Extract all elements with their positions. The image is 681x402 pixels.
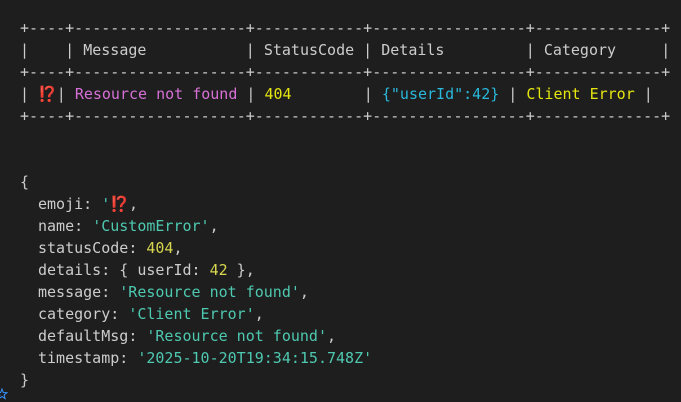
field-key: timestamp [38, 349, 120, 367]
field-key: details [38, 261, 102, 279]
field-value: 'Resource not found' [146, 327, 327, 345]
table-pipe: | [616, 41, 671, 59]
object-field-defaultmsg: defaultMsg: 'Resource not found', [38, 327, 337, 345]
table-pipe: | [291, 85, 382, 103]
object-field-message: message: 'Resource not found', [38, 283, 309, 301]
field-key: statusCode [38, 239, 129, 257]
object-field-statuscode: statusCode: 404, [38, 239, 183, 257]
object-field-category: category: 'Client Error', [38, 305, 264, 323]
table-pipe: | [146, 41, 264, 59]
object-open-brace: { [20, 173, 30, 191]
field-key: message [38, 283, 102, 301]
table-header-message: Message [83, 41, 147, 59]
table-border-top: +----+-------------------+------------+-… [20, 19, 671, 37]
table-header-details: Details [381, 41, 445, 59]
table-cell-category: Client Error [526, 85, 635, 103]
field-key: category [38, 305, 111, 323]
terminal-output: +----+-------------------+------------+-… [0, 0, 681, 401]
table-pipe: | [444, 41, 544, 59]
object-close-brace: } [20, 371, 30, 389]
table-pipe: | [56, 85, 75, 103]
table-pipe: | [20, 85, 39, 103]
field-key: defaultMsg [38, 327, 129, 345]
object-field-details: details: { userId: 42 }, [38, 261, 255, 279]
table-pipe: | [354, 41, 382, 59]
table-cell-message: Resource not found [74, 85, 238, 103]
table-pipe: | [237, 85, 265, 103]
table-cell-statuscode: 404 [264, 85, 292, 103]
interrobang-emoji-icon: ⁉️ [110, 195, 129, 213]
table-pipe: | [634, 85, 653, 103]
table-pipe: | [499, 85, 527, 103]
object-field-emoji: emoji: '⁉️, [38, 195, 138, 213]
table-data-row: | ⁉️| Resource not found | 404 | {"userI… [20, 83, 653, 105]
field-value: 42 [209, 261, 228, 279]
field-value: 'Client Error' [128, 305, 255, 323]
field-inner-key: userId [137, 261, 192, 279]
field-value: '2025-10-20T19:34:15.748Z' [137, 349, 373, 367]
interrobang-emoji-icon: ⁉️ [38, 85, 57, 103]
table-border-mid: +----+-------------------+------------+-… [20, 63, 671, 81]
field-value: 'Resource not found' [119, 283, 300, 301]
table-header-category: Category [543, 41, 617, 59]
table-pipe: | | [20, 41, 84, 59]
object-field-timestamp: timestamp: '2025-10-20T19:34:15.748Z' [38, 349, 373, 367]
object-field-name: name: 'CustomError', [38, 217, 219, 235]
table-cell-details: {"userId":42} [381, 85, 500, 103]
field-value: 'CustomError' [92, 217, 210, 235]
table-border-bottom: +----+-------------------+------------+-… [20, 107, 671, 125]
circle-star-icon[interactable] [0, 387, 9, 400]
table-header-statuscode: StatusCode [263, 41, 355, 59]
field-value: 404 [146, 239, 174, 257]
field-key: name [38, 217, 75, 235]
table-header-row: | | Message | StatusCode | Details | Cat… [20, 39, 670, 61]
field-key: emoji [38, 195, 84, 213]
